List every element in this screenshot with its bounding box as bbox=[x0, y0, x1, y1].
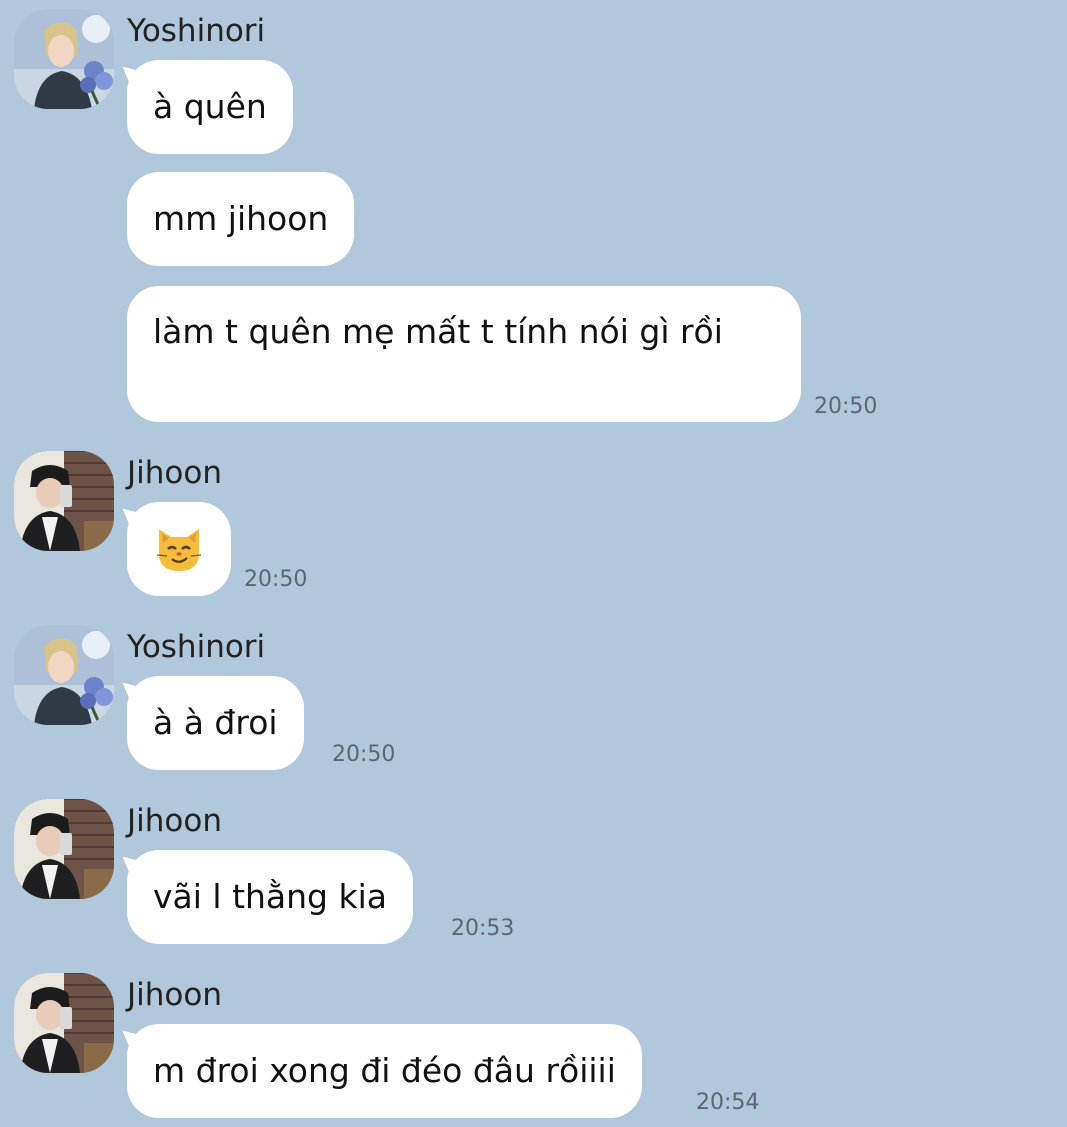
message-time: 20:50 bbox=[332, 742, 396, 767]
sender-name: Yoshinori bbox=[127, 629, 266, 665]
message-time: 20:50 bbox=[814, 394, 878, 419]
sender-name: Jihoon bbox=[127, 977, 222, 1013]
avatar[interactable] bbox=[14, 973, 114, 1073]
message-bubble[interactable] bbox=[127, 502, 231, 596]
message-bubble[interactable]: vãi l thằng kia bbox=[127, 850, 413, 944]
jihoon-avatar-icon bbox=[14, 973, 114, 1073]
message-time: 20:54 bbox=[696, 1090, 760, 1115]
yoshinori-avatar-icon bbox=[14, 625, 114, 725]
jihoon-avatar-icon bbox=[14, 799, 114, 899]
avatar[interactable] bbox=[14, 799, 114, 899]
message-time: 20:50 bbox=[244, 567, 308, 592]
sender-name: Yoshinori bbox=[127, 13, 266, 49]
avatar[interactable] bbox=[14, 9, 114, 109]
jihoon-avatar-icon bbox=[14, 451, 114, 551]
message-text: m đroi xong đi đéo đâu rồiiii bbox=[153, 1051, 616, 1090]
message-bubble[interactable]: mm jihoon bbox=[127, 172, 355, 266]
message-bubble[interactable]: m đroi xong đi đéo đâu rồiiii bbox=[127, 1024, 642, 1118]
message-bubble[interactable]: à à đroi bbox=[127, 676, 304, 770]
message-text: à à đroi bbox=[153, 703, 278, 742]
avatar[interactable] bbox=[14, 451, 114, 551]
message-bubble[interactable]: làm t quên mẹ mất t tính nói gì rồi bbox=[127, 286, 801, 422]
avatar[interactable] bbox=[14, 625, 114, 725]
message-bubble[interactable]: à quên bbox=[127, 60, 293, 154]
message-text: à quên bbox=[153, 87, 267, 126]
message-text: mm jihoon bbox=[153, 199, 329, 238]
message-time: 20:53 bbox=[451, 916, 515, 941]
smirking-cat-emoji-icon bbox=[156, 529, 202, 571]
message-text: vãi l thằng kia bbox=[153, 877, 387, 916]
sender-name: Jihoon bbox=[127, 803, 222, 839]
message-text: làm t quên mẹ mất t tính nói gì rồi bbox=[153, 312, 723, 351]
sender-name: Jihoon bbox=[127, 455, 222, 491]
yoshinori-avatar-icon bbox=[14, 9, 114, 109]
